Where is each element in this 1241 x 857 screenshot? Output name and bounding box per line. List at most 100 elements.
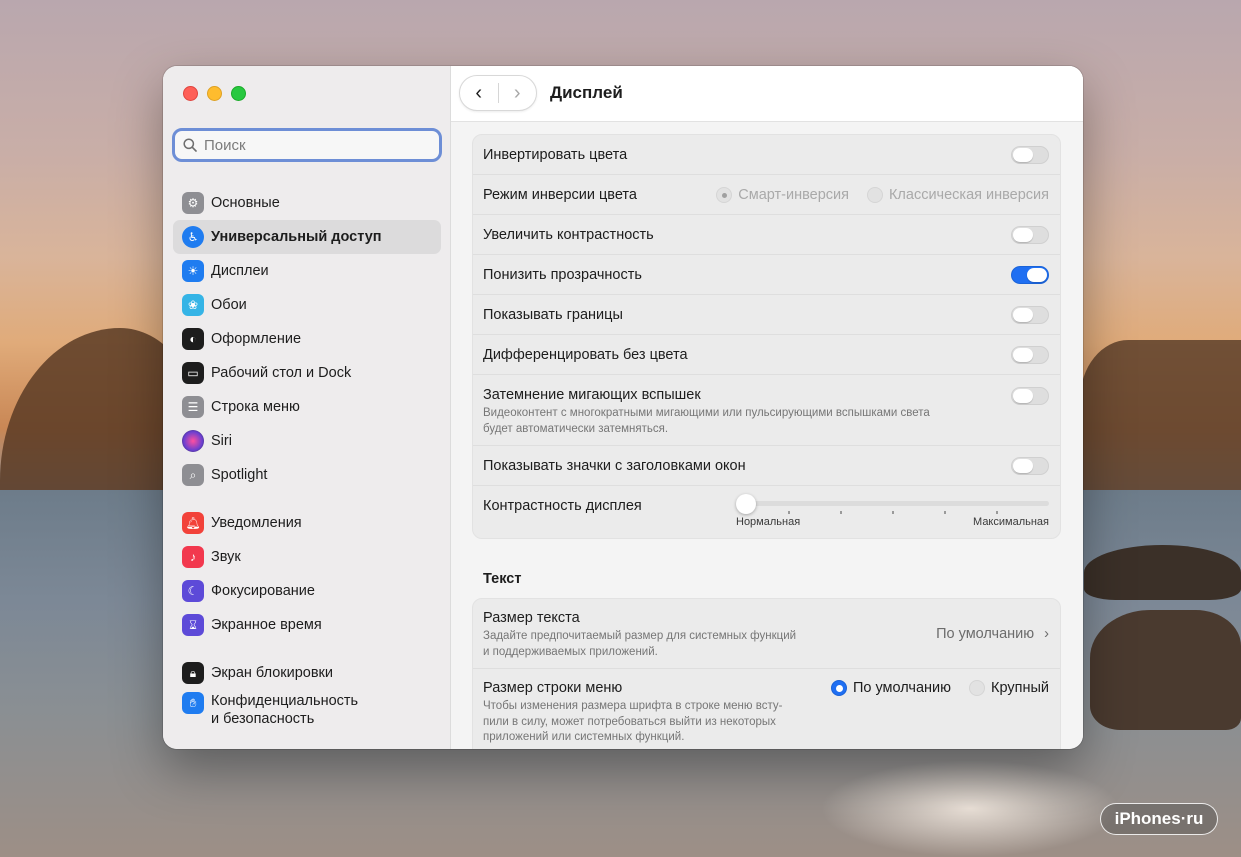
hourglass-icon: ⌛︎ — [182, 614, 204, 636]
sidebar-item-privacy[interactable]: ✋︎ Конфиденциальность и безопасность — [173, 690, 441, 730]
slider-max-label: Максимальная — [973, 516, 1049, 528]
row-text: Затемнение мигающих вспышек Видеоконтент… — [483, 387, 930, 437]
sidebar-item-appearance[interactable]: ◐ Оформление — [173, 322, 441, 356]
menubar-size-row: Размер строки меню Чтобы изменения разме… — [473, 669, 1060, 749]
increase-contrast-row: Увеличить контрастность — [473, 215, 1060, 255]
contrast-slider[interactable]: Нормальная Максимальная — [736, 490, 1049, 530]
row-description-line1: Задайте предпочитаемый размер для систем… — [483, 630, 797, 642]
show-borders-row: Показывать границы — [473, 295, 1060, 335]
sidebar-item-label: Фокусирование — [211, 583, 315, 599]
window-controls — [183, 86, 246, 101]
row-description-line2: и поддерживаемых приложений. — [483, 645, 658, 658]
background-rock — [1084, 545, 1241, 600]
search-field[interactable] — [172, 128, 442, 162]
chevron-left-icon: ‹ — [475, 81, 483, 104]
invert-mode-row: Режим инверсии цвета Смарт-инверсия Клас… — [473, 175, 1060, 215]
hand-icon: ✋︎ — [182, 692, 204, 714]
row-label: Инвертировать цвета — [483, 146, 628, 163]
background-foam — [820, 760, 1120, 857]
classic-invert-radio[interactable]: Классическая инверсия — [866, 186, 1049, 203]
sidebar-item-label: Строка меню — [211, 399, 300, 415]
sidebar-item-spotlight[interactable]: ⌕ Spotlight — [173, 458, 441, 492]
accessibility-icon: ♿ — [182, 226, 204, 248]
increase-contrast-toggle[interactable] — [1011, 225, 1049, 244]
reduce-transparency-toggle[interactable] — [1011, 265, 1049, 284]
radio-label: Классическая инверсия — [888, 186, 1049, 203]
sidebar-item-displays[interactable]: ☀ Дисплеи — [173, 254, 441, 288]
sidebar-item-wallpaper[interactable]: ❀ Обои — [173, 288, 441, 322]
back-button[interactable]: ‹ — [460, 76, 498, 110]
settings-window: ⚙ Основные ♿ Универсальный доступ ☀ Дисп… — [163, 66, 1083, 749]
radio-label: Смарт-инверсия — [738, 186, 849, 203]
differentiate-toggle[interactable] — [1011, 345, 1049, 364]
sidebar-item-general[interactable]: ⚙ Основные — [173, 186, 441, 220]
sidebar-item-label: Уведомления — [211, 515, 302, 531]
radio-label: Крупный — [991, 680, 1049, 696]
sidebar: ⚙ Основные ♿ Универсальный доступ ☀ Дисп… — [163, 66, 451, 749]
sidebar-item-menubar[interactable]: ☰ Строка меню — [173, 390, 441, 424]
sidebar-item-label: Дисплеи — [211, 263, 269, 279]
search-input[interactable] — [204, 136, 424, 154]
siri-icon — [182, 430, 204, 452]
lock-icon: 🔒︎ — [182, 662, 204, 684]
row-description-line1: Чтобы изменения размера шрифта в строке … — [483, 700, 783, 712]
flower-icon: ❀ — [182, 294, 204, 316]
sidebar-item-label: Универсальный доступ — [211, 229, 382, 245]
search-icon — [183, 138, 197, 152]
row-description: Задайте предпочитаемый размер для систем… — [483, 629, 796, 660]
radio-dot — [866, 186, 883, 203]
dim-flashing-toggle[interactable] — [1011, 387, 1049, 405]
toolbar: ‹ › Дисплей — [451, 66, 1083, 122]
radio-dot — [716, 186, 733, 203]
contrast-row: Контрастность дисплея Нормальная Максима… — [473, 486, 1060, 538]
sidebar-item-focus[interactable]: ☾ Фокусирование — [173, 574, 441, 608]
sidebar-item-label: Звук — [211, 549, 241, 565]
moon-icon: ☾ — [182, 580, 204, 602]
row-description-line1: Видеоконтент с многократными мигающими и… — [483, 407, 930, 419]
text-size-row[interactable]: Размер текста Задайте предпочитаемый раз… — [473, 599, 1060, 669]
window-icons-toggle[interactable] — [1011, 456, 1049, 475]
text-settings-card: Размер текста Задайте предпочитаемый раз… — [472, 598, 1061, 749]
chevron-right-icon: › — [513, 81, 521, 104]
forward-button[interactable]: › — [498, 76, 536, 110]
row-label: Размер текста — [483, 610, 580, 626]
sidebar-item-sound[interactable]: ♪ Звук — [173, 540, 441, 574]
background-hill — [1080, 340, 1241, 490]
row-text: Размер строки меню Чтобы изменения разме… — [483, 680, 782, 746]
slider-track — [736, 501, 1049, 506]
invert-mode-options: Смарт-инверсия Классическая инверсия — [716, 186, 1049, 203]
minimize-button[interactable] — [207, 86, 222, 101]
row-label: Дифференцировать без цвета — [483, 346, 688, 363]
sidebar-item-screen-time[interactable]: ⌛︎ Экранное время — [173, 608, 441, 642]
zoom-button[interactable] — [231, 86, 246, 101]
slider-tick — [944, 511, 946, 514]
invert-colors-toggle[interactable] — [1011, 145, 1049, 164]
menubar-default-radio[interactable]: По умолчанию — [830, 680, 951, 696]
row-description: Видеоконтент с многократными мигающими и… — [483, 406, 930, 437]
radio-dot — [969, 680, 986, 696]
dock-icon: ▭ — [182, 362, 204, 384]
menubar-icon: ☰ — [182, 396, 204, 418]
dim-flashing-row: Затемнение мигающих вспышек Видеоконтент… — [473, 375, 1060, 446]
sidebar-item-accessibility[interactable]: ♿ Универсальный доступ — [173, 220, 441, 254]
sidebar-list: ⚙ Основные ♿ Универсальный доступ ☀ Дисп… — [173, 186, 441, 730]
menubar-large-radio[interactable]: Крупный — [969, 680, 1049, 696]
magnifier-icon: ⌕ — [182, 464, 204, 486]
sidebar-item-siri[interactable]: Siri — [173, 424, 441, 458]
watermark-badge: iPhones·ru — [1100, 803, 1218, 835]
sidebar-item-label: Оформление — [211, 331, 302, 347]
text-size-value[interactable]: По умолчанию › — [936, 626, 1049, 642]
sidebar-item-desktop-dock[interactable]: ▭ Рабочий стол и Dock — [173, 356, 441, 390]
window-icons-row: Показывать значки с заголовками окон — [473, 446, 1060, 486]
slider-knob[interactable] — [736, 494, 756, 514]
bell-icon: 🔔︎ — [182, 512, 204, 534]
smart-invert-radio[interactable]: Смарт-инверсия — [716, 186, 849, 203]
sidebar-item-notifications[interactable]: 🔔︎ Уведомления — [173, 506, 441, 540]
menubar-size-options: По умолчанию Крупный — [830, 680, 1049, 696]
sidebar-item-lock-screen[interactable]: 🔒︎ Экран блокировки — [173, 656, 441, 690]
show-borders-toggle[interactable] — [1011, 305, 1049, 324]
sidebar-item-label: Рабочий стол и Dock — [211, 365, 352, 381]
close-button[interactable] — [183, 86, 198, 101]
